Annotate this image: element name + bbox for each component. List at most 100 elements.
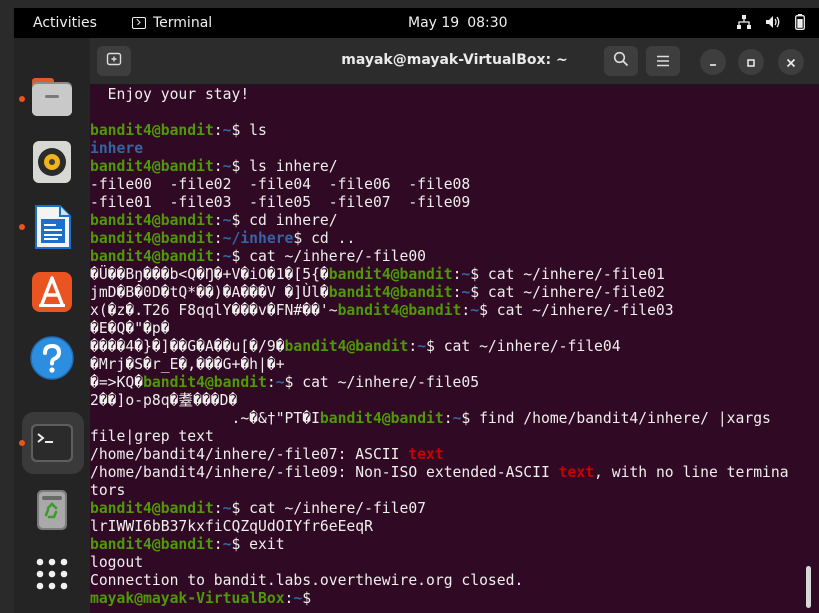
menu-button[interactable] bbox=[646, 46, 680, 76]
terminal-output[interactable]: Enjoy your stay! bandit4@bandit:~$ ls inhe… bbox=[90, 86, 805, 613]
terminal-line: �E�Q�"�p� bbox=[90, 320, 805, 338]
terminal-text: $ cd .. bbox=[293, 230, 356, 247]
prompt-user: bandit4@bandit bbox=[284, 338, 409, 355]
files-icon[interactable] bbox=[28, 74, 76, 122]
app-name: Terminal bbox=[153, 15, 213, 31]
prompt-user: bandit4@bandit bbox=[90, 500, 214, 517]
help-icon[interactable] bbox=[28, 334, 76, 382]
activities-button[interactable]: Activities bbox=[33, 15, 97, 31]
terminal-text: : bbox=[266, 374, 276, 391]
terminal-line: /home/bandit4/inhere/-file07: ASCII text bbox=[90, 446, 805, 464]
terminal-line: bandit4@bandit:~/inhere$ cd .. bbox=[90, 230, 805, 248]
terminal-text: $ cat ~/inhere/-file07 bbox=[231, 500, 427, 517]
terminal-line: bandit4@bandit:~$ ls inhere/ bbox=[90, 158, 805, 176]
terminal-text: .~�&†"PT�I bbox=[90, 410, 320, 427]
terminal-text: Connection to bandit.labs.overthewire.or… bbox=[90, 572, 524, 589]
terminal-text: ����4�}�]��G�A��u[�/9� bbox=[90, 338, 285, 355]
clock-time: 08:30 bbox=[467, 15, 508, 31]
prompt-user: bandit4@bandit bbox=[319, 410, 444, 427]
terminal-icon[interactable] bbox=[28, 419, 76, 467]
terminal-text: $ cat ~/inhere/-file00 bbox=[231, 248, 427, 265]
terminal-line: 2��]o-p8q�耋���D� bbox=[90, 392, 805, 410]
trash-icon[interactable] bbox=[28, 486, 76, 534]
terminal-line: ����4�}�]��G�A��u[�/9�bandit4@bandit:~$ … bbox=[90, 338, 805, 356]
terminal-text: , with no line termina bbox=[594, 464, 789, 481]
terminal-line: lrIWWI6bB37kxfiCQZqUdOIYfr6eEeqR bbox=[90, 518, 805, 536]
terminal-text: $ ls inhere/ bbox=[231, 158, 338, 175]
libreoffice-writer-icon[interactable] bbox=[28, 203, 76, 251]
terminal-app-icon bbox=[132, 17, 146, 29]
terminal-text: : bbox=[408, 338, 418, 355]
hamburger-menu-icon bbox=[656, 52, 670, 71]
terminal-line: .~�&†"PT�Ibandit4@bandit:~$ find /home/b… bbox=[90, 410, 805, 428]
minimize-button[interactable] bbox=[700, 49, 726, 75]
running-indicator bbox=[19, 440, 25, 446]
running-indicator bbox=[19, 224, 25, 230]
terminal-text: : bbox=[213, 500, 223, 517]
maximize-button[interactable] bbox=[738, 49, 764, 75]
terminal-text: logout bbox=[90, 554, 144, 571]
search-button[interactable] bbox=[604, 46, 638, 76]
terminal-text: $ exit bbox=[231, 536, 285, 553]
prompt-user: bandit4@bandit bbox=[90, 158, 214, 175]
terminal-text: $ cat ~/inhere/-file03 bbox=[479, 302, 674, 319]
scrollbar[interactable] bbox=[806, 566, 811, 608]
terminal-text: $ cat ~/inhere/-file02 bbox=[470, 284, 665, 301]
terminal-line: Connection to bandit.labs.overthewire.or… bbox=[90, 572, 805, 590]
terminal-text: jmD�B�0D�tQ*��)�A���V �]Ùl� bbox=[90, 284, 329, 301]
prompt-user: bandit4@bandit bbox=[90, 536, 214, 553]
terminal-text: �Mrj�S�r_E�,���G+�h|�+ bbox=[90, 356, 285, 373]
prompt-path: ~/inhere bbox=[222, 230, 294, 247]
clock-date: May 19 bbox=[408, 15, 460, 31]
show-apps-icon[interactable] bbox=[28, 550, 76, 598]
app-menu[interactable]: Terminal bbox=[132, 15, 212, 31]
match-highlight: text bbox=[408, 446, 444, 463]
terminal-line: logout bbox=[90, 554, 805, 572]
terminal-line: /home/bandit4/inhere/-file09: Non-ISO ex… bbox=[90, 464, 805, 482]
terminal-text: $ find /home/bandit4/inhere/ |xargs bbox=[461, 410, 771, 427]
terminal-line: file|grep text bbox=[90, 428, 805, 446]
terminal-text: : bbox=[213, 212, 223, 229]
prompt-path: ~ bbox=[470, 302, 480, 319]
terminal-line: tors bbox=[90, 482, 805, 500]
clock[interactable]: May 19 08:30 bbox=[408, 15, 508, 31]
prompt-path: ~ bbox=[461, 284, 471, 301]
volume-icon bbox=[765, 15, 781, 29]
terminal-line: bandit4@bandit:~$ ls bbox=[90, 122, 805, 140]
terminal-text: : bbox=[213, 536, 223, 553]
terminal-text: : bbox=[213, 158, 223, 175]
prompt-user: bandit4@bandit bbox=[90, 212, 214, 229]
prompt-user: bandit4@bandit bbox=[90, 248, 214, 265]
terminal-text: �E�Q�"�p� bbox=[90, 320, 170, 337]
terminal-text: $ cat ~/inhere/-file04 bbox=[426, 338, 621, 355]
prompt-user: bandit4@bandit bbox=[143, 374, 267, 391]
terminal-line: bandit4@bandit:~$ cat ~/inhere/-file00 bbox=[90, 248, 805, 266]
terminal-text: : bbox=[213, 230, 223, 247]
prompt-user: bandit4@bandit bbox=[328, 266, 453, 283]
system-tray[interactable] bbox=[737, 14, 805, 30]
terminal-line: bandit4@bandit:~$ exit bbox=[90, 536, 805, 554]
terminal-line: �=>KQ�bandit4@bandit:~$ cat ~/inhere/-fi… bbox=[90, 374, 805, 392]
network-icon bbox=[737, 15, 751, 29]
terminal-text: $ bbox=[302, 590, 320, 607]
top-bar: Activities Terminal May 19 08:30 bbox=[14, 8, 819, 38]
terminal-line: -file00 -file02 -file04 -file06 -file08 bbox=[90, 176, 805, 194]
terminal-line: x(�z�.T26 F8qqlY���v�FN#��'~bandit4@band… bbox=[90, 302, 805, 320]
terminal-line: bandit4@bandit:~$ cat ~/inhere/-file07 bbox=[90, 500, 805, 518]
terminal-line: �Mrj�S�r_E�,���G+�h|�+ bbox=[90, 356, 805, 374]
terminal-text: �=>KQ� bbox=[90, 374, 144, 391]
maximize-icon bbox=[746, 53, 756, 72]
app-center-icon[interactable] bbox=[28, 268, 76, 316]
close-button[interactable] bbox=[778, 49, 804, 75]
rhythmbox-icon[interactable] bbox=[28, 138, 76, 186]
terminal-text: : bbox=[461, 302, 471, 319]
prompt-path: ~ bbox=[417, 338, 427, 355]
terminal-text: Enjoy your stay! bbox=[90, 86, 250, 103]
battery-icon bbox=[795, 14, 805, 30]
terminal-text: tors bbox=[90, 482, 126, 499]
terminal-text: /home/bandit4/inhere/-file09: Non-ISO ex… bbox=[90, 464, 559, 481]
terminal-line: �Ü��Bŋ���b<Q�Ŋ�+V�iO�1�[5{�bandit4@bandi… bbox=[90, 266, 805, 284]
terminal-text: $ cd inhere/ bbox=[231, 212, 338, 229]
terminal-line: jmD�B�0D�tQ*��)�A���V �]Ùl�bandit4@bandi… bbox=[90, 284, 805, 302]
